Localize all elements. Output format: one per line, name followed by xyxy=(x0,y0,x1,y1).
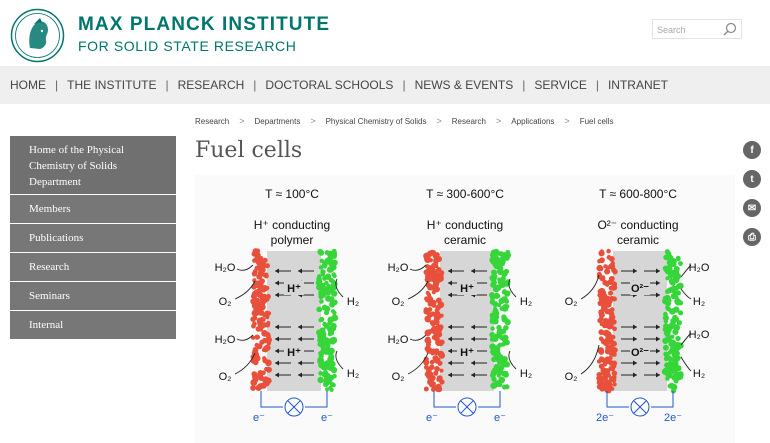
ion-label: H⁺ xyxy=(287,283,301,295)
species-label: O₂ xyxy=(565,371,578,383)
temperature-label: T ≈ 600-800°C xyxy=(599,187,677,201)
breadcrumb-item: Fuel cells xyxy=(579,116,614,126)
breadcrumb: Research > Departments > Physical Chemistry … xyxy=(195,116,613,126)
nav-separator: | xyxy=(595,78,599,92)
main-navigation: HOME | THE INSTITUTE | RESEARCH | DOCTORAL SCH… xyxy=(0,66,770,104)
species-label: H₂O xyxy=(388,262,409,274)
species-label: O₂ xyxy=(392,296,405,308)
ion-label: H⁺ xyxy=(460,283,474,295)
sidebar-item-members[interactable]: Members xyxy=(10,195,176,223)
species-label: O₂ xyxy=(219,296,232,308)
page-title: Fuel cells xyxy=(195,138,303,163)
species-label: H₂O xyxy=(388,334,409,346)
breadcrumb-separator: > xyxy=(239,116,245,126)
temperature-label: T ≈ 100°C xyxy=(265,187,319,201)
search-input[interactable] xyxy=(653,21,719,39)
nav-item-doctoral-schools[interactable]: DOCTORAL SCHOOLS xyxy=(265,78,393,92)
breadcrumb-separator: > xyxy=(496,116,502,126)
nav-item-home[interactable]: HOME xyxy=(10,78,46,92)
ion-label: O²⁻ xyxy=(631,283,649,295)
ion-label: H⁺ xyxy=(460,347,474,359)
sidebar-menu: Home of the Physical Chemistry of Solids… xyxy=(10,136,176,340)
electron-label: e⁻ xyxy=(426,412,438,424)
institute-name[interactable]: MAX PLANCK INSTITUTE FOR SOLID STATE RES… xyxy=(78,15,330,55)
species-label: O₂ xyxy=(392,371,405,383)
cell-type-label: ceramic xyxy=(444,233,486,247)
temperature-label: T ≈ 300-600°C xyxy=(426,187,504,201)
breadcrumb-item[interactable]: Applications xyxy=(511,117,554,126)
email-icon[interactable]: ✉ xyxy=(743,199,761,217)
nav-separator: | xyxy=(165,78,169,92)
facebook-icon[interactable]: f xyxy=(743,141,761,159)
search-icon[interactable] xyxy=(722,21,738,37)
institute-name-line2: FOR SOLID STATE RESEARCH xyxy=(78,38,297,54)
nav-item-intranet[interactable]: INTRANET xyxy=(608,78,668,92)
nav-item-research[interactable]: RESEARCH xyxy=(178,78,245,92)
sidebar-item-seminars[interactable]: Seminars xyxy=(10,282,176,310)
nav-item-news-events[interactable]: NEWS & EVENTS xyxy=(415,78,514,92)
species-label: H₂ xyxy=(693,368,705,380)
institute-name-line1: MAX PLANCK INSTITUTE xyxy=(78,14,331,35)
species-label: H₂ xyxy=(520,296,532,308)
species-label: H₂ xyxy=(693,296,705,308)
electron-label: 2e⁻ xyxy=(664,412,682,424)
nav-separator: | xyxy=(253,78,257,92)
electron-label: e⁻ xyxy=(253,412,265,424)
sidebar-item-internal[interactable]: Internal xyxy=(10,311,176,339)
cell-type-label: O²⁻ conducting xyxy=(597,218,678,232)
species-label: H₂ xyxy=(520,368,532,380)
sidebar-item-home[interactable]: Home of the Physical Chemistry of Solids… xyxy=(10,136,176,194)
nav-separator: | xyxy=(402,78,406,92)
nav-item-service[interactable]: SERVICE xyxy=(534,78,586,92)
breadcrumb-item[interactable]: Research xyxy=(195,117,229,126)
electrolyte-membrane xyxy=(613,251,667,391)
breadcrumb-item[interactable]: Physical Chemistry of Solids xyxy=(326,117,427,126)
species-label: H₂O xyxy=(689,329,710,341)
cell-type-label: ceramic xyxy=(617,233,659,247)
breadcrumb-separator: > xyxy=(564,116,570,126)
species-label: H₂ xyxy=(347,296,359,308)
electron-label: 2e⁻ xyxy=(596,412,614,424)
electrolyte-membrane xyxy=(440,251,494,391)
nav-separator: | xyxy=(522,78,526,92)
breadcrumb-item[interactable]: Research xyxy=(452,117,486,126)
search-box xyxy=(652,19,742,39)
minerva-logo-icon[interactable] xyxy=(10,8,65,63)
breadcrumb-item[interactable]: Departments xyxy=(255,117,301,126)
species-label: O₂ xyxy=(565,296,578,308)
electron-label: e⁻ xyxy=(494,412,506,424)
nav-item-the-institute[interactable]: THE INSTITUTE xyxy=(67,78,156,92)
species-label: H₂O xyxy=(215,334,236,346)
sidebar-item-publications[interactable]: Publications xyxy=(10,224,176,252)
electron-label: e⁻ xyxy=(321,412,333,424)
species-label: O₂ xyxy=(219,371,232,383)
species-label: H₂ xyxy=(347,368,359,380)
fuel-cell-diagram: T ≈ 100°CH⁺ conductingpolymerH⁺H⁺H₂OO₂H₂… xyxy=(195,175,735,443)
cell-type-label: H⁺ conducting xyxy=(427,218,503,232)
species-label: H₂O xyxy=(689,262,710,274)
ion-label: H⁺ xyxy=(287,347,301,359)
nav-list: HOME | THE INSTITUTE | RESEARCH | DOCTORAL SCH… xyxy=(0,66,770,104)
nav-separator: | xyxy=(55,78,59,92)
electrolyte-membrane xyxy=(267,251,321,391)
print-icon[interactable]: ⎙ xyxy=(743,228,761,246)
social-share: f t ✉ ⎙ xyxy=(743,141,761,257)
cell-type-label: polymer xyxy=(271,233,314,247)
breadcrumb-separator: > xyxy=(310,116,316,126)
ion-label: O²⁻ xyxy=(631,347,649,359)
twitter-icon[interactable]: t xyxy=(743,170,761,188)
site-header: MAX PLANCK INSTITUTE FOR SOLID STATE RES… xyxy=(0,0,770,66)
species-label: H₂O xyxy=(215,262,236,274)
breadcrumb-separator: > xyxy=(436,116,442,126)
sidebar-item-research[interactable]: Research xyxy=(10,253,176,281)
cell-type-label: H⁺ conducting xyxy=(254,218,330,232)
